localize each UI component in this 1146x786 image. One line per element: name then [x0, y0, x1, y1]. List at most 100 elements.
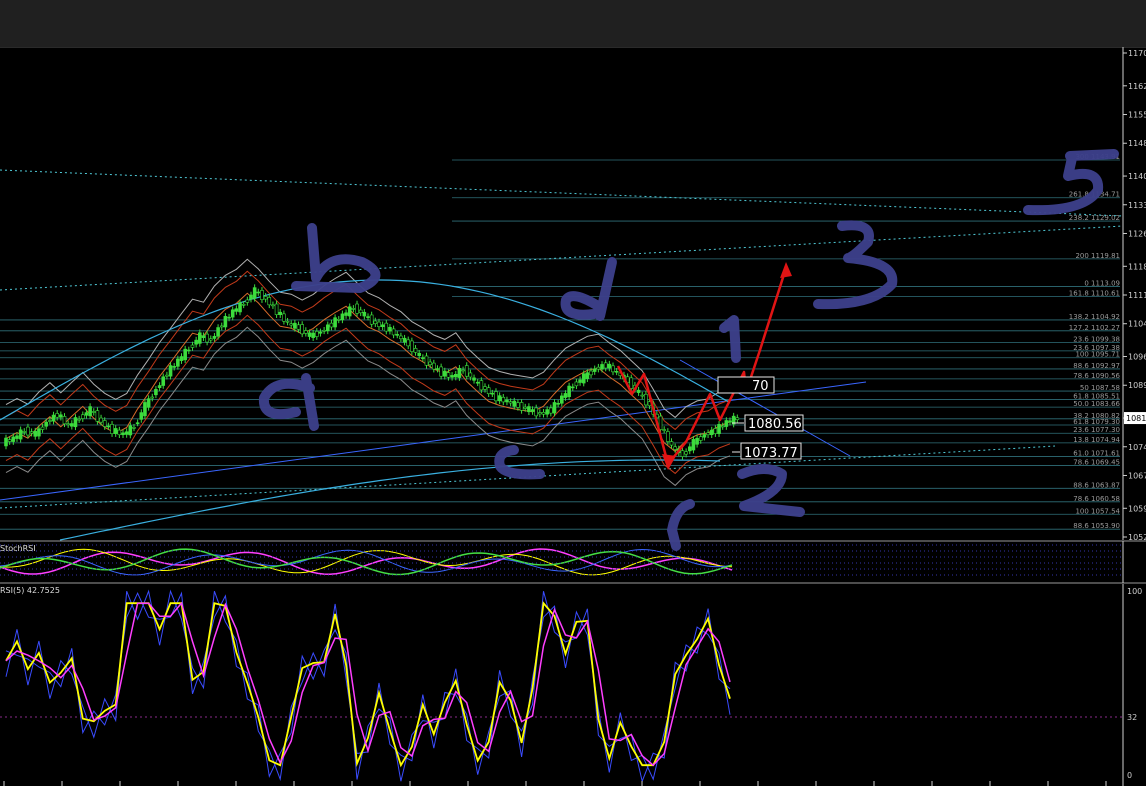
candle-body — [223, 316, 228, 328]
candle-body — [720, 425, 725, 428]
candle-body — [139, 412, 144, 420]
candle-body — [483, 386, 487, 390]
candle-body — [384, 322, 389, 332]
candle-body — [728, 420, 732, 423]
candle-body — [80, 414, 85, 419]
candle-body — [128, 425, 133, 436]
candle-body — [530, 409, 535, 412]
fib-label: 88.6 1092.97 — [1073, 362, 1120, 370]
price-tag-top: 70 — [717, 376, 775, 394]
candle-body — [124, 431, 129, 435]
candle-body — [600, 364, 604, 370]
candle-body — [552, 402, 557, 414]
candle-body — [241, 303, 246, 306]
candle-body — [432, 362, 436, 370]
trend-line — [679, 359, 851, 457]
candle-body — [446, 372, 451, 378]
candle-body — [318, 331, 323, 334]
candle-body — [468, 372, 473, 378]
candle-body — [329, 322, 334, 328]
price-tick-label: 1148 — [1128, 139, 1146, 148]
candle-body — [336, 319, 341, 321]
price-tag-partial: 70 — [752, 379, 769, 394]
hand-letter-d — [560, 257, 617, 321]
candle-body — [358, 309, 363, 314]
candle-body — [523, 406, 528, 409]
candle-body — [724, 420, 729, 427]
candle-body — [260, 290, 264, 300]
candle-body — [508, 401, 513, 404]
candle-body — [464, 365, 469, 377]
candle-body — [717, 424, 721, 434]
trading-chart[interactable]: 300 1143.91261.8 1134.71238.2 1129.02200… — [0, 0, 1146, 786]
candle-body — [110, 424, 114, 434]
candle-body — [4, 437, 8, 447]
candle-body — [607, 363, 612, 369]
candle-body — [18, 429, 23, 440]
candle-body — [11, 436, 16, 442]
hand-annotations — [258, 149, 1119, 551]
candle-body — [592, 368, 597, 372]
candle-body — [421, 357, 425, 359]
price-tag-low: 1073.77 — [732, 442, 802, 461]
candle-body — [121, 432, 125, 436]
price-tick-label: 1074 — [1128, 443, 1146, 452]
candle-body — [585, 372, 590, 379]
candle-body — [666, 431, 670, 442]
fib-label: 78.6 1090.56 — [1073, 372, 1120, 380]
hand-letter-b — [291, 223, 381, 293]
candle-body — [636, 389, 641, 393]
fib-label: 61.8 1079.30 — [1073, 418, 1120, 426]
candle-body — [351, 308, 356, 310]
price-tick-label: 1118 — [1128, 262, 1146, 271]
fib-label: 78.6 1069.45 — [1073, 458, 1120, 466]
candle-body — [26, 426, 30, 436]
candle-body — [505, 399, 509, 403]
candle-body — [102, 420, 107, 427]
candle-body — [442, 370, 447, 377]
price-tick-label: 1111 — [1128, 291, 1146, 300]
candle-body — [194, 339, 198, 345]
candle-body — [611, 365, 615, 373]
hand-number-3 — [813, 220, 898, 310]
candle-body — [91, 411, 96, 413]
price-tick-label: 1067 — [1128, 471, 1146, 480]
rsi-tick-0: 0 — [1127, 771, 1132, 780]
fib-label: 88.6 1063.87 — [1073, 481, 1120, 489]
candle-body — [29, 431, 34, 434]
candle-body — [457, 367, 462, 378]
price-tick-label: 1133 — [1128, 201, 1146, 210]
candle-body — [187, 349, 191, 352]
candle-body — [702, 434, 707, 438]
candle-body — [567, 385, 571, 398]
candle-body — [7, 439, 12, 442]
candle-body — [59, 414, 63, 418]
candle-body — [589, 370, 593, 376]
fib-label: 23.6 1077.30 — [1073, 426, 1120, 434]
fib-label: 0 1113.09 — [1084, 279, 1120, 287]
candle-body — [106, 425, 111, 428]
candle-body — [143, 402, 147, 417]
candle-body — [205, 333, 209, 343]
candle-body — [238, 302, 242, 313]
candle-body — [362, 311, 367, 317]
candle-body — [344, 312, 348, 316]
candle-body — [388, 326, 392, 332]
rsi-line — [5, 601, 731, 768]
candle-body — [62, 416, 67, 425]
candle-body — [252, 287, 257, 299]
candle-body — [377, 321, 381, 328]
candle-body — [417, 352, 421, 357]
fib-label: 100 1057.54 — [1075, 507, 1120, 515]
candle-body — [99, 417, 103, 423]
candle-body — [519, 402, 524, 411]
fib-label: 100 1095.71 — [1075, 351, 1120, 359]
rsi-tick-100: 100 — [1127, 587, 1142, 596]
price-tick-label: 1170 — [1128, 49, 1146, 58]
price-tick-label: 1162 — [1128, 82, 1146, 91]
candle-body — [216, 327, 220, 337]
current-price-label: 1081 — [1126, 414, 1146, 423]
stoch-rsi-panel: StochRSI — [0, 540, 1146, 584]
rsi-signal-line — [5, 601, 731, 767]
candle-body — [490, 392, 495, 395]
